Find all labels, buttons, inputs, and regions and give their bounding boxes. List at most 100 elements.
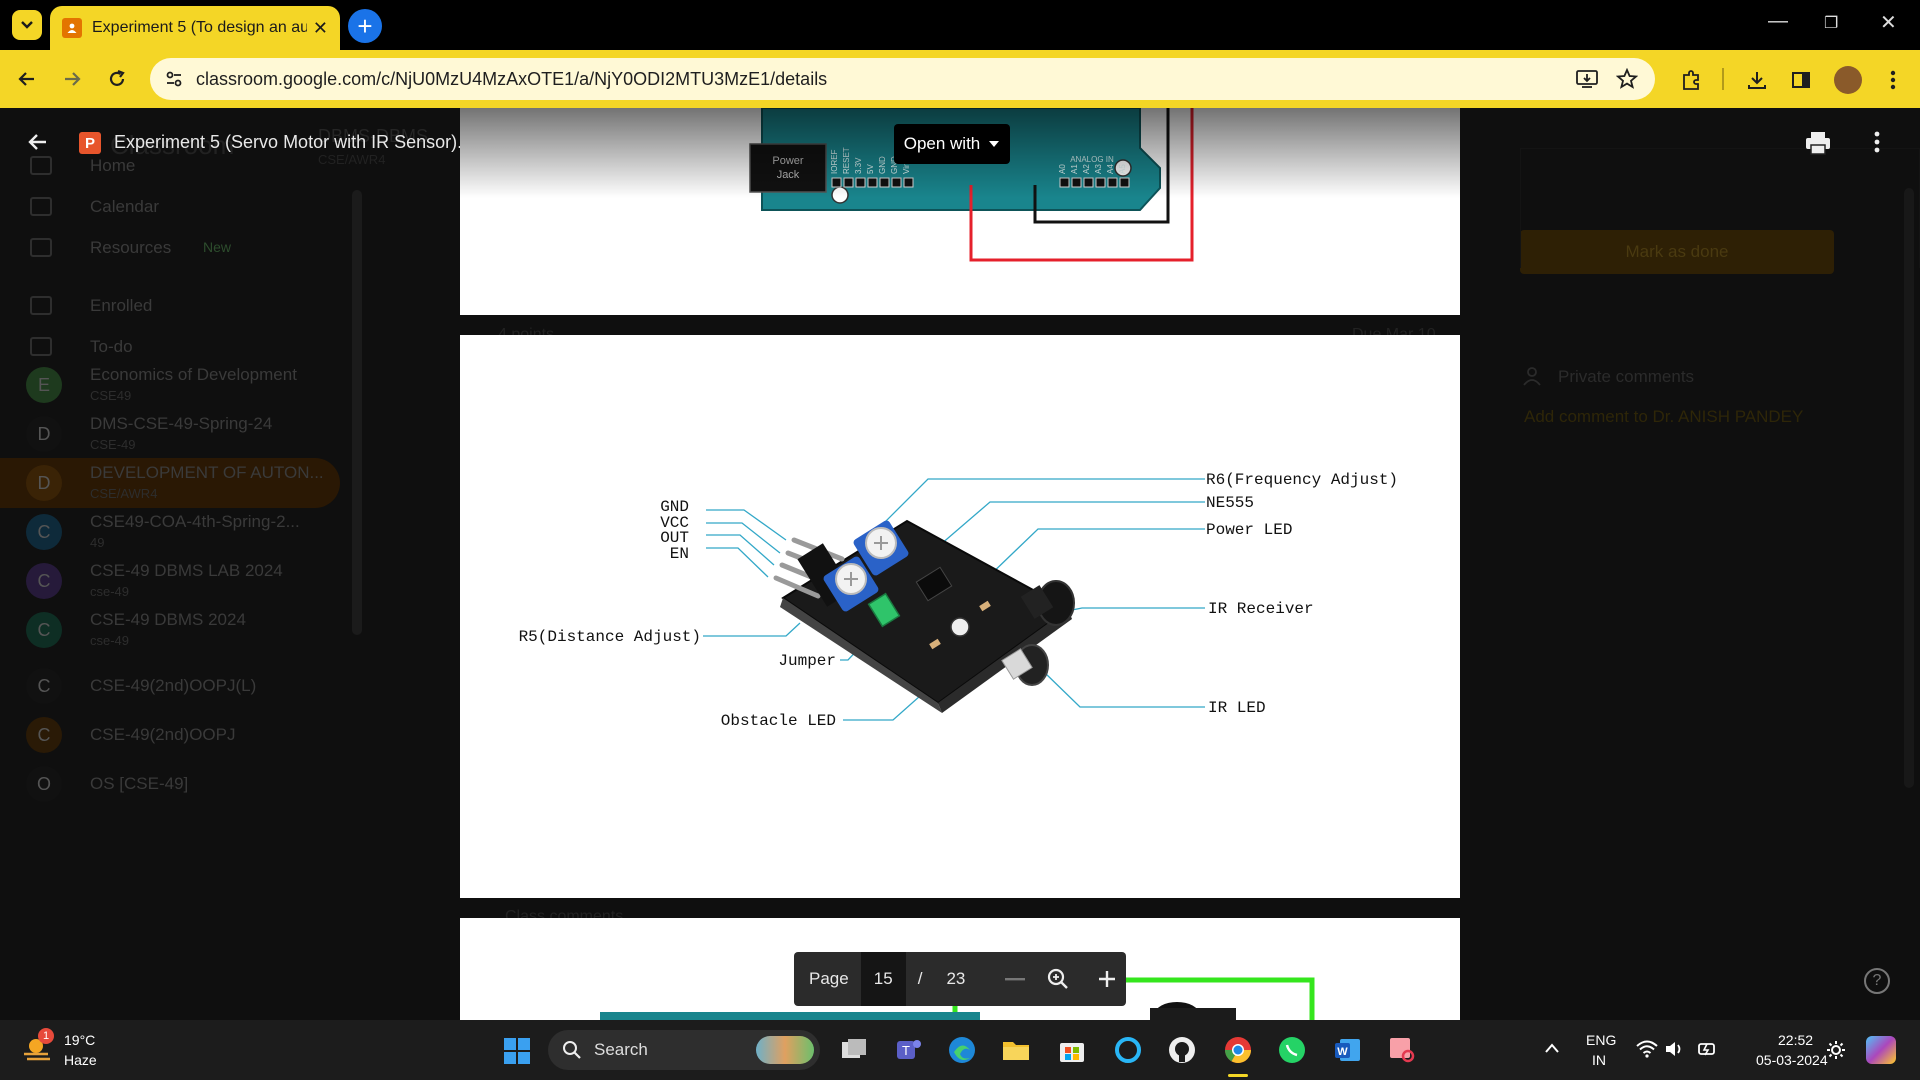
analog-pin-label: A2 (1082, 164, 1091, 174)
sidebar-item-label: OS [CSE-49] (90, 774, 189, 793)
analog-pin (1083, 177, 1094, 188)
microsoft-store-icon[interactable] (1056, 1034, 1088, 1066)
address-bar[interactable]: classroom.google.com/c/NjU0MzU4MzAxOTE1/… (150, 58, 1655, 100)
browser-tab-active[interactable]: Experiment 5 (To design an au ✕ (50, 6, 340, 50)
class-avatar: C (26, 514, 62, 550)
extensions-icon[interactable] (1678, 67, 1704, 93)
github-icon[interactable] (1166, 1034, 1198, 1066)
label-ne555: NE555 (1206, 494, 1254, 512)
sidebar-item-label: CSE-49 DBMS 2024 (90, 610, 246, 629)
sidebar-item[interactable]: D DMS-CSE-49-Spring-24 CSE-49 (0, 409, 340, 459)
label-en: EN (670, 545, 689, 563)
enrolled-icon (28, 292, 56, 320)
word-icon[interactable]: W (1332, 1034, 1364, 1066)
analog-pin-label: A1 (1070, 164, 1079, 174)
forward-button[interactable] (55, 62, 89, 96)
input-region[interactable]: IN (1592, 1052, 1606, 1068)
weather-temp: 19°C (64, 1032, 96, 1048)
cortana-icon[interactable] (1112, 1034, 1144, 1066)
header-pin (891, 177, 902, 188)
print-button[interactable] (1804, 130, 1832, 161)
restore-icon[interactable]: ❐ (1824, 13, 1838, 33)
sidebar-item-section: CSE49 (90, 388, 132, 403)
todo-icon (28, 333, 56, 361)
tab-search-dropdown-button[interactable] (12, 10, 42, 40)
sidebar-item[interactable]: C CSE49-COA-4th-Spring-2... 49 (0, 507, 340, 557)
viewer-more-options[interactable] (1874, 130, 1880, 159)
reload-button[interactable] (100, 62, 134, 96)
wifi-icon[interactable] (1636, 1040, 1658, 1058)
open-with-button[interactable]: Open with (894, 124, 1010, 164)
label-ir-led: IR LED (1208, 699, 1266, 717)
search-icon (563, 1041, 581, 1059)
svg-text:W: W (1337, 1046, 1348, 1058)
close-viewer-button[interactable] (26, 130, 50, 159)
sidebar-item-label: DEVELOPMENT OF AUTON... (90, 463, 324, 482)
class-avatar: D (26, 465, 62, 501)
search-label: Search (594, 1040, 648, 1059)
help-icon[interactable]: ? (1864, 968, 1890, 994)
side-panel-icon[interactable] (1788, 67, 1814, 93)
downloads-icon[interactable] (1744, 67, 1770, 93)
site-settings-icon[interactable] (164, 69, 184, 89)
dropdown-arrow-icon (989, 141, 1000, 147)
sidebar-scrollbar[interactable] (352, 190, 362, 635)
arrow-right-icon (65, 72, 81, 86)
browser-menu-icon[interactable] (1880, 67, 1906, 93)
sidebar-item-label: Enrolled (90, 296, 153, 315)
minimize-icon[interactable]: — (1768, 10, 1788, 33)
file-explorer-icon[interactable] (1000, 1034, 1032, 1066)
chrome-icon[interactable] (1222, 1034, 1254, 1066)
sidebar-item[interactable]: C CSE-49 DBMS 2024 cse-49 (0, 605, 340, 655)
whatsapp-icon[interactable] (1276, 1034, 1308, 1066)
analog-pin-label: A0 (1058, 164, 1067, 174)
page-scrollbar[interactable] (1904, 188, 1914, 788)
person-icon (1523, 367, 1541, 386)
clock-date[interactable]: 05-03-2024 (1756, 1052, 1828, 1068)
snipping-tool-icon[interactable] (1386, 1034, 1418, 1066)
zoom-in-button[interactable] (1097, 969, 1117, 989)
task-view-icon[interactable] (838, 1034, 870, 1066)
sidebar-item[interactable]: C CSE-49 DBMS LAB 2024 cse-49 (0, 556, 340, 606)
sidebar-item-label: Economics of Development (90, 365, 297, 384)
install-app-icon[interactable] (1576, 69, 1598, 89)
zoom-out-button[interactable] (1005, 977, 1026, 981)
header-pin (867, 177, 878, 188)
edge-icon[interactable] (946, 1034, 978, 1066)
analog-pin (1107, 177, 1118, 188)
back-button[interactable] (10, 62, 44, 96)
sidebar-item[interactable]: Resources New (0, 223, 340, 273)
input-language[interactable]: ENG (1586, 1032, 1616, 1048)
sidebar-item[interactable]: D DEVELOPMENT OF AUTON... CSE/AWR4 (0, 458, 340, 508)
profile-avatar[interactable] (1834, 66, 1862, 94)
sidebar-item-section: 49 (90, 535, 105, 550)
analog-pin-label: A4 (1106, 164, 1115, 174)
clock-time[interactable]: 22:52 (1778, 1032, 1813, 1048)
arrow-left-icon (28, 134, 46, 150)
arduino-board-edge (600, 1012, 980, 1020)
add-comment-link[interactable]: Add comment to Dr. ANISH PANDEY (1524, 407, 1803, 427)
sidebar-item[interactable]: C CSE-49(2nd)OOPJ (0, 710, 340, 760)
resources-icon (28, 234, 56, 262)
notifications-gear-icon[interactable] (1826, 1040, 1846, 1060)
bookmark-star-icon[interactable] (1616, 68, 1638, 90)
windows-start-icon[interactable] (503, 1037, 531, 1065)
close-window-icon[interactable]: ✕ (1880, 10, 1897, 35)
taskbar-search[interactable]: Search (548, 1030, 820, 1070)
volume-icon[interactable] (1664, 1040, 1684, 1058)
svg-text:T: T (902, 1043, 910, 1058)
weather-desc: Haze (64, 1052, 97, 1068)
sidebar-item[interactable]: C CSE-49(2nd)OOPJ(L) (0, 661, 340, 711)
battery-charging-icon[interactable] (1696, 1038, 1718, 1060)
sidebar-item-label: CSE49-COA-4th-Spring-2... (90, 512, 300, 531)
copilot-icon[interactable] (1866, 1036, 1896, 1064)
tab-close-icon[interactable]: ✕ (313, 18, 328, 39)
current-page-input[interactable]: 15 (860, 952, 906, 1006)
sidebar-item[interactable]: E Economics of Development CSE49 (0, 360, 340, 410)
sidebar-item[interactable]: O OS [CSE-49] (0, 759, 340, 809)
new-tab-button[interactable]: + (348, 9, 382, 43)
teams-icon[interactable]: T (892, 1034, 924, 1066)
chevron-up-icon[interactable] (1544, 1042, 1560, 1054)
analog-pin-label: A5 (1118, 164, 1127, 174)
calendar-icon (28, 193, 56, 221)
